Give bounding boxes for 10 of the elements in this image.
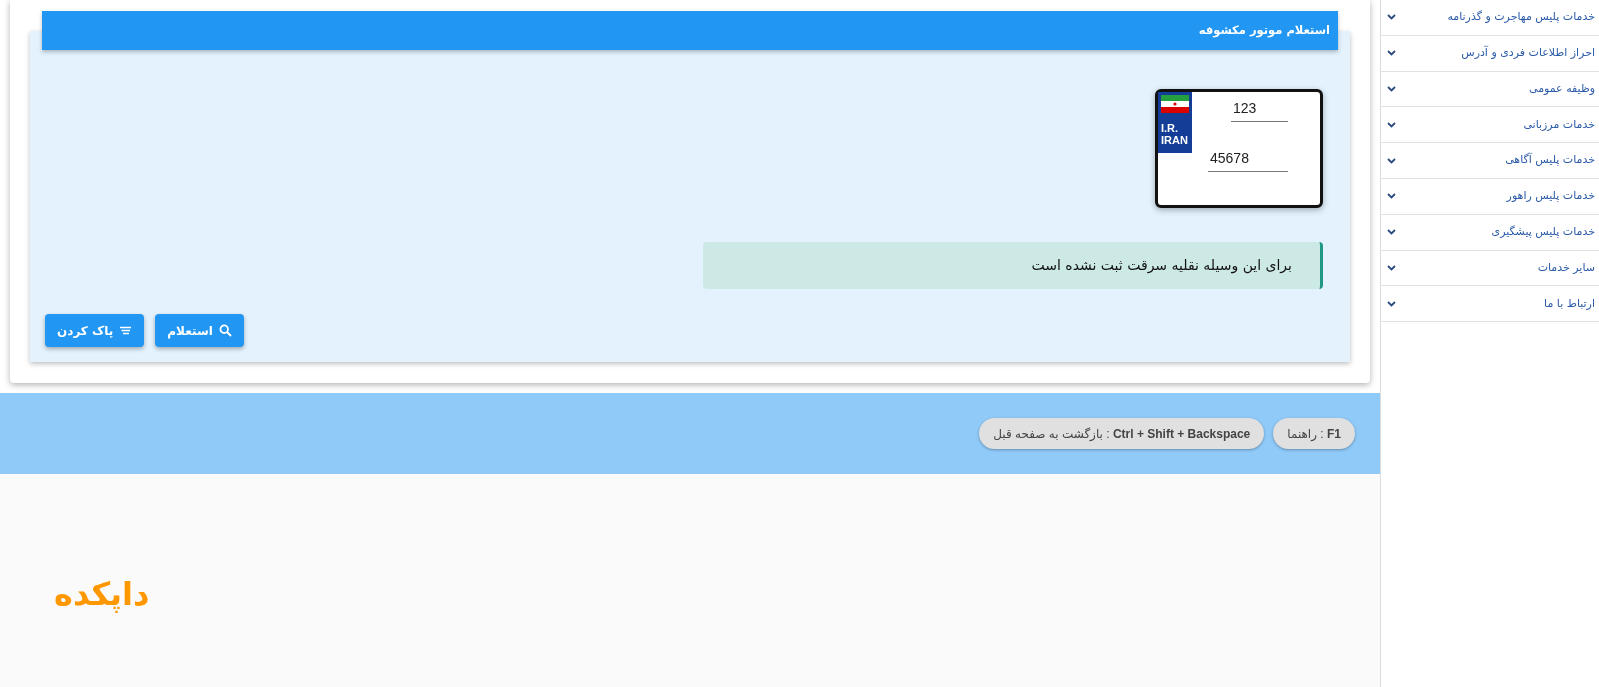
country-code-text: I.R. [1161,122,1179,134]
lines-icon [119,324,133,337]
logo-text: داپکده [54,574,150,614]
flag-icon [1161,95,1189,113]
plate-number-field[interactable]: 123 [1231,96,1288,122]
alert-message: برای این وسیله نقلیه سرقت ثبت نشده است [703,242,1323,289]
plate-number-field[interactable]: 45678 [1208,146,1288,172]
search-icon [218,324,232,337]
panel-header: استعلام موتور مکشوفه [42,11,1338,50]
country-code-text: IRAN [1161,134,1188,146]
